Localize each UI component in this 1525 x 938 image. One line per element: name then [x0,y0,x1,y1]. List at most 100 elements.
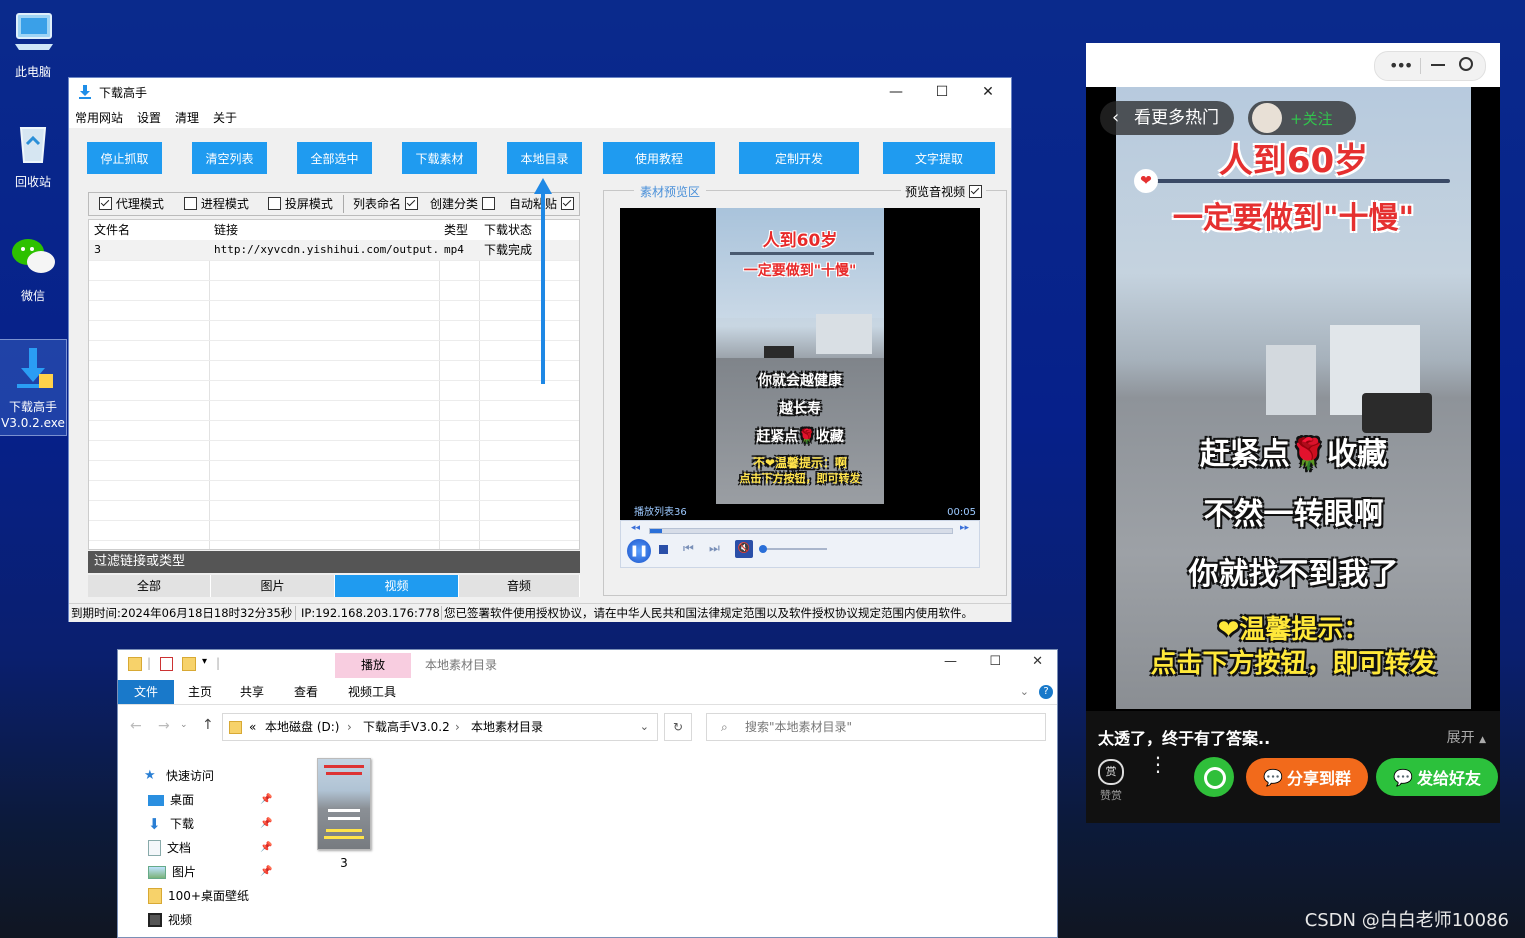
preview-av-option[interactable]: 预览音视频 [901,183,986,200]
local-directory-button[interactable]: 本地目录 [507,142,582,174]
recent-dropdown-icon[interactable]: ⌄ [180,720,188,730]
explorer-titlebar[interactable]: | ▾ | 播放 本地素材目录 — ☐ ✕ [118,650,1057,678]
address-dropdown-icon[interactable]: ⌄ [640,714,649,740]
pin-icon[interactable]: 📌 [260,860,272,884]
ribbon-tab-file[interactable]: 文件 [118,680,174,704]
header-status[interactable]: 下载状态 [479,220,579,240]
more-icon[interactable]: ••• [1389,56,1413,75]
ribbon-tab-home[interactable]: 主页 [188,680,212,704]
next-icon[interactable]: ⏭ [709,541,720,556]
rewind-icon[interactable]: ◂◂ [631,523,640,533]
nav-quick-access[interactable]: ★ 快速访问 [144,764,214,788]
follow-button[interactable]: +关注 [1248,101,1356,135]
close-button[interactable]: ✕ [965,78,1011,106]
nav-downloads[interactable]: ⬇ 下载 📌 [148,812,272,836]
desktop-icon-this-pc[interactable]: 此电脑 [0,8,66,80]
stop-icon[interactable] [659,545,668,554]
tutorial-button[interactable]: 使用教程 [603,142,715,174]
option-list-naming[interactable]: 列表命名 [353,193,418,215]
option-cast-mode[interactable]: 投屏模式 [268,193,333,215]
select-all-button[interactable]: 全部选中 [297,142,372,174]
back-icon[interactable]: ← [130,718,142,734]
cast-mode-checkbox[interactable] [268,197,281,210]
option-process-mode[interactable]: 进程模式 [184,193,249,215]
menu-about[interactable]: 关于 [213,109,237,126]
header-filename[interactable]: 文件名 [89,220,209,240]
address-crumb[interactable]: 本地素材目录 [471,714,543,740]
filter-tab-image[interactable]: 图片 [211,575,335,597]
mute-icon[interactable]: 🔇 [735,540,753,558]
more-hot-button[interactable]: ‹ 看更多热门 [1100,101,1234,135]
create-category-checkbox[interactable] [481,197,495,210]
process-mode-checkbox[interactable] [184,197,197,210]
pin-icon[interactable]: 📌 [260,836,272,860]
desktop-icon-recycle-bin[interactable]: 回收站 [0,118,66,190]
properties-icon[interactable] [160,657,173,671]
filter-input[interactable]: 过滤链接或类型 [88,551,580,573]
help-icon[interactable]: ? [1039,685,1053,699]
text-extract-button[interactable]: 文字提取 [883,142,995,174]
video-player[interactable]: 人到60岁 一定要做到"十慢" 你就会越健康 越长寿 赶紧点🌹收藏 不❤温馨提示… [620,208,980,520]
clear-list-button[interactable]: 清空列表 [192,142,267,174]
proxy-mode-checkbox[interactable] [99,197,112,210]
explorer-maximize-button[interactable]: ☐ [989,654,1001,669]
previous-icon[interactable]: ⏮ [683,541,694,556]
header-link[interactable]: 链接 [209,220,439,240]
reward-button[interactable]: 赏 赞赏 [1098,759,1124,803]
menu-common-sites[interactable]: 常用网站 [75,109,123,126]
address-crumb[interactable]: 本地磁盘 (D:) [265,714,339,740]
ribbon-tab-view[interactable]: 查看 [294,680,318,704]
share-to-group-button[interactable]: 💬 分享到群 [1246,758,1368,796]
menu-settings[interactable]: 设置 [137,109,161,126]
preview-av-checkbox[interactable] [969,185,982,198]
ribbon-tab-video-tools[interactable]: 视频工具 [348,680,396,704]
menu-clean[interactable]: 清理 [175,109,199,126]
phone-video[interactable]: 人到60岁 ❤ 一定要做到"十慢" 赶紧点🌹收藏 不然一转眼啊 你就找不到我了 … [1116,87,1471,709]
option-create-category[interactable]: 创建分类 [430,193,495,215]
up-icon[interactable]: ↑ [202,717,214,733]
ribbon-context-tab[interactable]: 播放 [335,653,411,678]
new-folder-icon[interactable] [182,657,196,671]
nav-wallpapers[interactable]: 100+桌面壁纸 [148,884,249,908]
nav-videos[interactable]: 视频 [148,908,192,932]
filter-tab-audio[interactable]: 音频 [459,575,580,597]
seek-slider[interactable] [649,528,953,534]
minimize-button[interactable]: — [873,78,919,106]
explorer-close-button[interactable]: ✕ [1032,654,1043,669]
nav-documents[interactable]: 文档 📌 [148,836,272,860]
title-bar[interactable]: 下载高手 — ☐ ✕ [69,78,1011,106]
forward-icon[interactable]: → [158,718,170,734]
pause-button[interactable]: ❚❚ [627,539,651,563]
explorer-minimize-button[interactable]: — [944,654,957,669]
fast-forward-icon[interactable]: ▸▸ [960,523,969,533]
refresh-button[interactable]: ↻ [664,713,692,741]
moments-share-button[interactable] [1194,757,1234,797]
list-naming-checkbox[interactable] [404,197,418,210]
volume-slider[interactable] [759,545,827,553]
stop-capture-button[interactable]: 停止抓取 [87,142,162,174]
file-item[interactable]: 3 [314,758,374,874]
desktop-icon-wechat[interactable]: 微信 [0,232,66,304]
nav-pictures[interactable]: 图片 📌 [148,860,272,884]
address-crumb[interactable]: 下载高手V3.0.2 [363,714,450,740]
maximize-button[interactable]: ☐ [919,78,965,106]
search-input[interactable]: ⌕ 搜索"本地素材目录" [706,713,1046,741]
option-proxy-mode[interactable]: 代理模式 [99,193,164,215]
header-type[interactable]: 类型 [439,220,479,240]
minimize-icon[interactable] [1431,64,1445,66]
expand-button[interactable]: 展开 ▲ [1447,727,1486,747]
filter-tab-video[interactable]: 视频 [335,575,459,597]
more-vertical-icon[interactable]: ⋮ [1148,754,1168,774]
nav-desktop[interactable]: 桌面 📌 [148,788,272,812]
pin-icon[interactable]: 📌 [260,812,272,836]
auto-paste-checkbox[interactable] [560,197,574,210]
ribbon-expand-icon[interactable]: ⌄ [1020,680,1029,704]
send-to-friend-button[interactable]: 💬 发给好友 [1376,758,1498,796]
qat-dropdown-icon[interactable]: ▾ [202,656,207,667]
custom-dev-button[interactable]: 定制开发 [739,142,859,174]
download-material-button[interactable]: 下载素材 [402,142,477,174]
pin-icon[interactable]: 📌 [260,788,272,812]
desktop-icon-downloader[interactable]: 下载高手 V3.0.2.exe [0,339,67,436]
address-bar[interactable]: « 本地磁盘 (D:) › 下载高手V3.0.2 › 本地素材目录 ⌄ [222,713,658,741]
filter-tab-all[interactable]: 全部 [88,575,211,597]
